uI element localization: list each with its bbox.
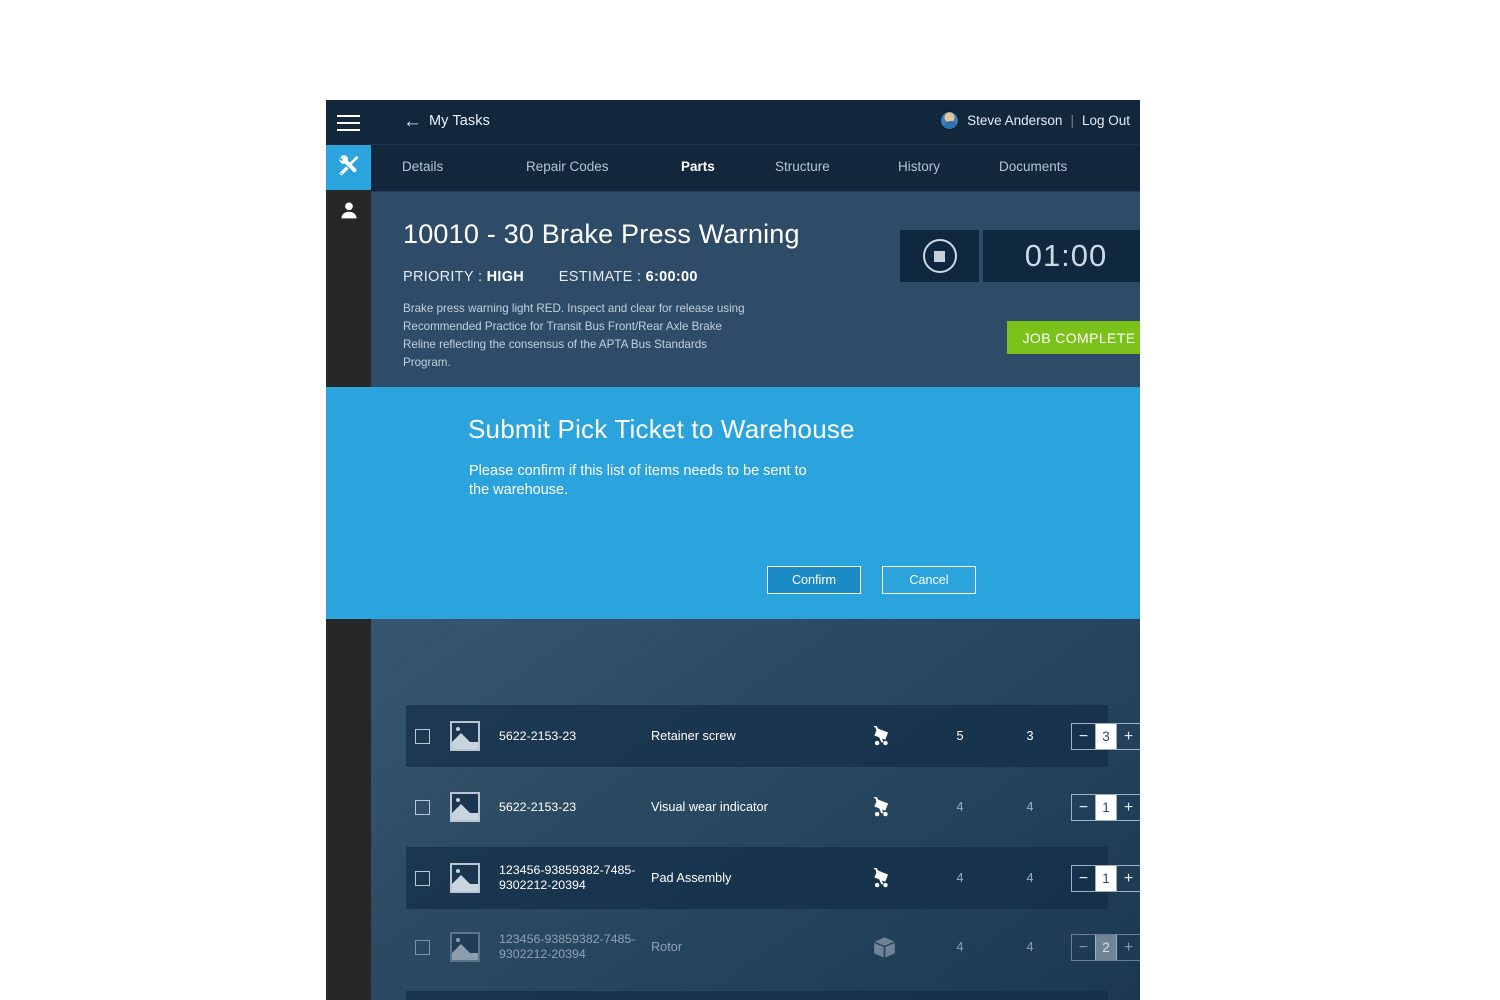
priority-value: HIGH bbox=[486, 269, 525, 285]
part-description: Pad Assembly bbox=[651, 871, 732, 885]
qty-required: 5 bbox=[956, 729, 964, 743]
top-bar: ← My Tasks Steve Anderson | Log Out bbox=[371, 100, 1140, 145]
confirm-button[interactable]: Confirm bbox=[767, 566, 861, 594]
tab-structure[interactable]: Structure bbox=[775, 159, 830, 174]
qty-available: 4 bbox=[1026, 800, 1034, 814]
sidebar-item-profile[interactable] bbox=[326, 190, 371, 235]
page-title: My Tasks bbox=[429, 113, 490, 129]
table-row[interactable]: 123456-93859382-7485-9302212-20394 Pad A… bbox=[406, 847, 1140, 909]
priority-label: PRIORITY : bbox=[403, 269, 483, 285]
cancel-button[interactable]: Cancel bbox=[882, 566, 976, 594]
job-header: 10010 - 30 Brake Press Warning PRIORITY … bbox=[371, 192, 1140, 387]
qty-available: 4 bbox=[1026, 871, 1034, 885]
part-thumbnail[interactable] bbox=[450, 863, 480, 893]
part-description: Visual wear indicator bbox=[651, 800, 768, 814]
part-thumbnail[interactable] bbox=[450, 792, 480, 822]
quantity-stepper[interactable]: − 3 + bbox=[1071, 722, 1140, 750]
job-description: Brake press warning light RED. Inspect a… bbox=[403, 302, 745, 369]
user-area: Steve Anderson | Log Out bbox=[940, 111, 1130, 130]
part-description: Retainer screw bbox=[651, 729, 736, 743]
qty-available: 3 bbox=[1026, 729, 1034, 743]
confirm-dialog: Submit Pick Ticket to Warehouse Please c… bbox=[326, 387, 1140, 619]
tab-history[interactable]: History bbox=[898, 159, 940, 174]
divider: | bbox=[1070, 113, 1074, 128]
stepper-plus[interactable]: + bbox=[1117, 725, 1140, 748]
user-name: Steve Anderson bbox=[967, 113, 1063, 128]
hand-truck-icon bbox=[841, 723, 927, 749]
quantity-stepper[interactable]: − 1 + bbox=[1071, 793, 1140, 821]
stepper-minus[interactable]: − bbox=[1072, 867, 1095, 890]
hamburger-icon[interactable] bbox=[337, 115, 360, 131]
application-window: ← My Tasks Steve Anderson | Log Out Deta… bbox=[326, 100, 1140, 1000]
table-row[interactable]: 5622-2153-23 Ceramic pads 6 6 − 6 + bbox=[406, 991, 1108, 1000]
part-number: 123456-93859382-7485-9302212-20394 bbox=[499, 932, 636, 961]
logout-button[interactable]: Log Out bbox=[1082, 113, 1130, 128]
tab-details[interactable]: Details bbox=[402, 159, 443, 174]
table-row[interactable]: 5622-2153-23 Retainer screw 5 3 − 3 + bbox=[406, 705, 1140, 767]
qty-required: 4 bbox=[956, 940, 964, 954]
stepper-value[interactable]: 1 bbox=[1095, 794, 1117, 820]
part-thumbnail[interactable] bbox=[450, 721, 480, 751]
row-checkbox[interactable] bbox=[415, 728, 430, 744]
qty-required: 4 bbox=[956, 800, 964, 814]
job-meta: PRIORITY : HIGH ESTIMATE : 6:00:00 bbox=[403, 269, 698, 285]
dialog-message: Please confirm if this list of items nee… bbox=[469, 463, 807, 498]
screenshot-stage: ← My Tasks Steve Anderson | Log Out Deta… bbox=[0, 0, 1500, 1000]
part-number: 5622-2153-23 bbox=[499, 728, 577, 743]
stepper-minus[interactable]: − bbox=[1072, 725, 1095, 748]
stop-timer-button[interactable] bbox=[900, 230, 979, 282]
estimate-label: ESTIMATE : bbox=[558, 269, 642, 285]
qty-required: 4 bbox=[956, 871, 964, 885]
stepper-plus[interactable]: + bbox=[1117, 796, 1140, 819]
row-checkbox[interactable] bbox=[415, 799, 430, 815]
dialog-title: Submit Pick Ticket to Warehouse bbox=[468, 414, 855, 444]
tab-documents[interactable]: Documents bbox=[999, 159, 1067, 174]
quantity-stepper[interactable]: − 2 + bbox=[1071, 933, 1140, 961]
stepper-value[interactable]: 1 bbox=[1095, 865, 1117, 891]
tab-parts[interactable]: Parts bbox=[681, 159, 715, 174]
dialog-actions: Confirm Cancel bbox=[767, 566, 976, 594]
stepper-plus[interactable]: + bbox=[1117, 867, 1140, 890]
stepper-minus[interactable]: − bbox=[1072, 936, 1095, 959]
menu-button[interactable] bbox=[326, 100, 371, 145]
table-row[interactable]: 5622-2153-23 Visual wear indicator 4 4 −… bbox=[406, 776, 1140, 838]
sidebar-item-tasks[interactable] bbox=[326, 145, 371, 190]
job-title: 10010 - 30 Brake Press Warning bbox=[403, 219, 800, 249]
back-arrow-icon[interactable]: ← bbox=[403, 112, 422, 131]
box-icon bbox=[841, 935, 927, 960]
stepper-value[interactable]: 3 bbox=[1095, 723, 1117, 749]
timer-value: 01:00 bbox=[983, 230, 1140, 282]
stop-button-icon bbox=[922, 239, 957, 273]
tab-repair-codes[interactable]: Repair Codes bbox=[526, 159, 609, 174]
tab-bar: Details Repair Codes Parts Structure His… bbox=[371, 145, 1140, 192]
table-row[interactable]: 123456-93859382-7485-9302212-20394 Rotor… bbox=[406, 916, 1140, 978]
part-thumbnail[interactable] bbox=[450, 932, 480, 962]
timer-area: 01:00 bbox=[900, 230, 1140, 282]
quantity-stepper[interactable]: − 1 + bbox=[1071, 864, 1140, 892]
part-number: 5622-2153-23 bbox=[499, 799, 577, 814]
tools-icon bbox=[337, 153, 361, 182]
stepper-plus[interactable]: + bbox=[1117, 936, 1140, 959]
part-number: 123456-93859382-7485-9302212-20394 bbox=[499, 863, 636, 892]
user-icon bbox=[338, 200, 359, 226]
estimate-value: 6:00:00 bbox=[645, 269, 698, 285]
part-description: Rotor bbox=[651, 940, 683, 954]
job-complete-button[interactable]: JOB COMPLETE bbox=[1007, 321, 1140, 354]
qty-available: 4 bbox=[1026, 940, 1034, 954]
stepper-minus[interactable]: − bbox=[1072, 796, 1095, 819]
avatar bbox=[940, 111, 960, 130]
stepper-value[interactable]: 2 bbox=[1095, 934, 1117, 960]
row-checkbox[interactable] bbox=[415, 870, 430, 886]
hand-truck-icon bbox=[841, 865, 927, 891]
row-checkbox[interactable] bbox=[415, 939, 430, 955]
hand-truck-icon bbox=[841, 794, 927, 820]
